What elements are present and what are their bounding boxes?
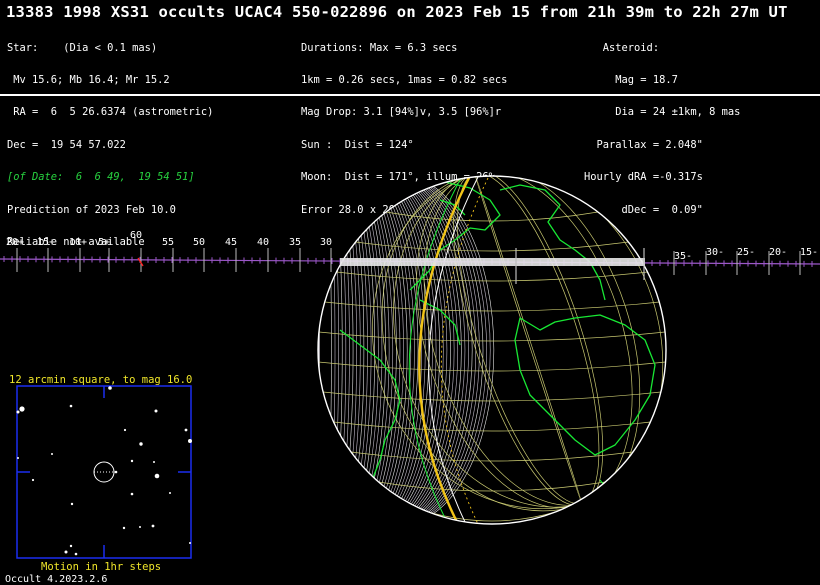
track-tick-label: 40 [257, 237, 269, 248]
finder-star [31, 478, 35, 482]
finder-star [108, 386, 112, 390]
track-occultation-band [340, 258, 645, 266]
finder-star [139, 442, 143, 446]
finder-star [114, 470, 118, 474]
finder-caption: Motion in 1hr steps [41, 561, 162, 573]
finder-star [153, 461, 155, 463]
finder-star [64, 550, 68, 554]
finder-star [17, 457, 19, 459]
track-tick-label: 35- [674, 251, 692, 262]
finder-star [130, 459, 134, 463]
finder-star [169, 492, 171, 494]
finder-star [123, 428, 127, 432]
version-label: Occult 4.2023.2.6 [5, 574, 108, 585]
track-tick-label: 15+ [37, 237, 55, 248]
track-tick-label: 5+ [98, 237, 110, 248]
finder-star [154, 409, 158, 413]
finder-stars [16, 386, 192, 556]
track-tick-label: 15- [800, 247, 818, 258]
track-tick-label: 25- [737, 247, 755, 258]
finder-star [188, 439, 192, 443]
track-tick-label: 30 [320, 237, 332, 248]
occultation-map: 20+ 15+ 10+ 5+ 60 55 50 45 40 35 30 35- 30- 25- 20- 15- [0, 175, 820, 559]
track-tick-label: 35 [289, 237, 301, 248]
finder-star [16, 410, 20, 414]
finder-star [70, 502, 74, 506]
finder-chart [16, 385, 192, 559]
finder-star [51, 453, 53, 455]
finder-title: 12 arcmin square, to mag 16.0 [9, 374, 193, 386]
track-tick-label: 20+ [6, 237, 24, 248]
finder-star [184, 428, 188, 432]
finder-star [139, 526, 141, 528]
finder-star [130, 492, 134, 496]
track-tick-label: 50 [193, 237, 205, 248]
finder-star [154, 473, 160, 479]
track-tick-label: 30- [706, 247, 724, 258]
finder-star [122, 526, 126, 530]
track-tick-label: 55 [162, 237, 174, 248]
finder-star [69, 404, 73, 408]
earth-globe [317, 175, 667, 525]
finder-star [151, 524, 155, 528]
track-tick-label: 60 [130, 230, 142, 241]
track-tick-label: 10+ [69, 237, 87, 248]
finder-star [19, 406, 25, 412]
track-tick-label: 20- [769, 247, 787, 258]
finder-star [189, 542, 191, 544]
finder-star [74, 552, 78, 556]
track-tick-label: 45 [225, 237, 237, 248]
finder-star [69, 544, 73, 548]
